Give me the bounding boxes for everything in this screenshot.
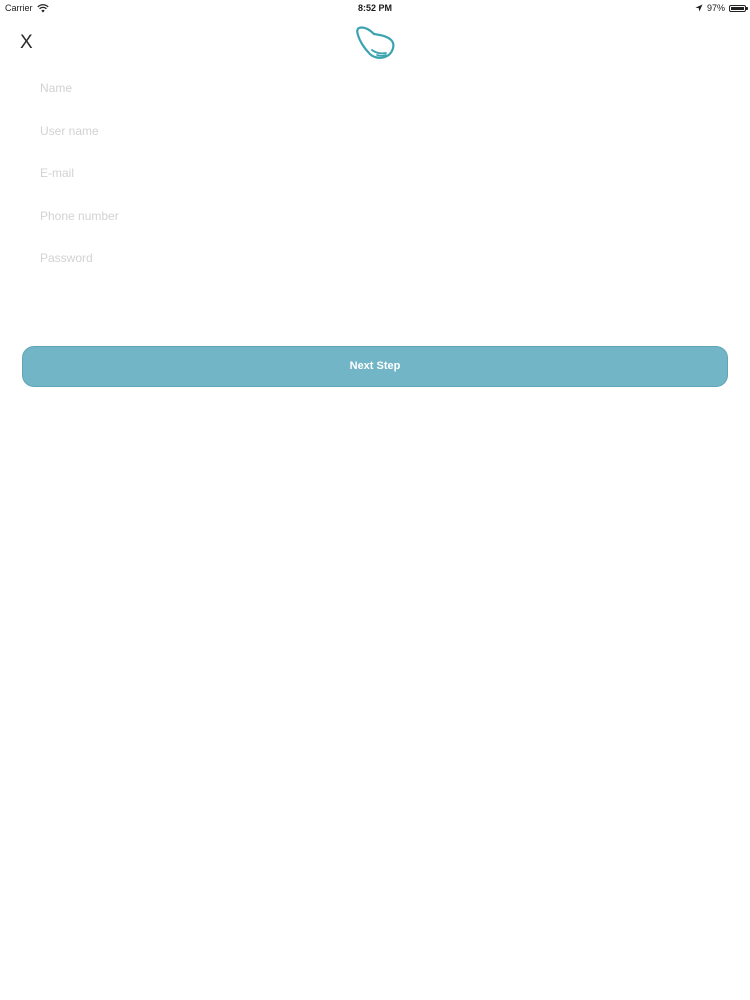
status-bar: Carrier 8:52 PM 97% bbox=[0, 0, 750, 16]
password-input[interactable] bbox=[40, 244, 710, 272]
phone-input[interactable] bbox=[40, 201, 710, 230]
close-button[interactable]: X bbox=[20, 30, 40, 56]
battery-fill bbox=[731, 6, 744, 10]
status-time: 8:52 PM bbox=[357, 3, 392, 13]
username-input[interactable] bbox=[40, 116, 710, 145]
email-input[interactable] bbox=[40, 159, 710, 187]
location-arrow-icon bbox=[695, 4, 703, 12]
next-step-button[interactable]: Next Step bbox=[22, 346, 728, 387]
status-right: 97% bbox=[695, 0, 748, 16]
battery-percent: 97% bbox=[706, 3, 725, 13]
name-input[interactable] bbox=[40, 74, 710, 102]
wing-logo-icon bbox=[355, 24, 397, 62]
signup-form bbox=[40, 74, 710, 287]
battery-icon bbox=[729, 4, 748, 12]
